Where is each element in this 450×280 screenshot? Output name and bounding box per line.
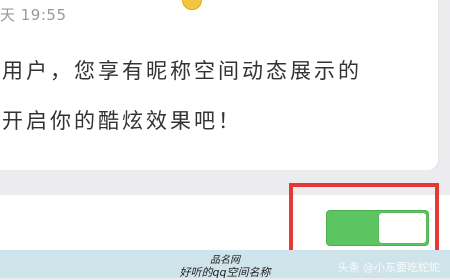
- smiley-emoji-icon: [182, 0, 202, 10]
- message-text-line-1: 用户，您享有昵称空间动态展示的: [2, 59, 362, 83]
- message-card: 天 19:55 用户，您享有昵称空间动态展示的 开启你的酷炫效果吧！: [0, 0, 438, 170]
- message-timestamp: 天 19:55: [0, 6, 67, 24]
- watermark-text: 头条 @小东要吃蛇蛇: [337, 261, 441, 274]
- message-text-line-2: 开启你的酷炫效果吧！: [2, 109, 242, 133]
